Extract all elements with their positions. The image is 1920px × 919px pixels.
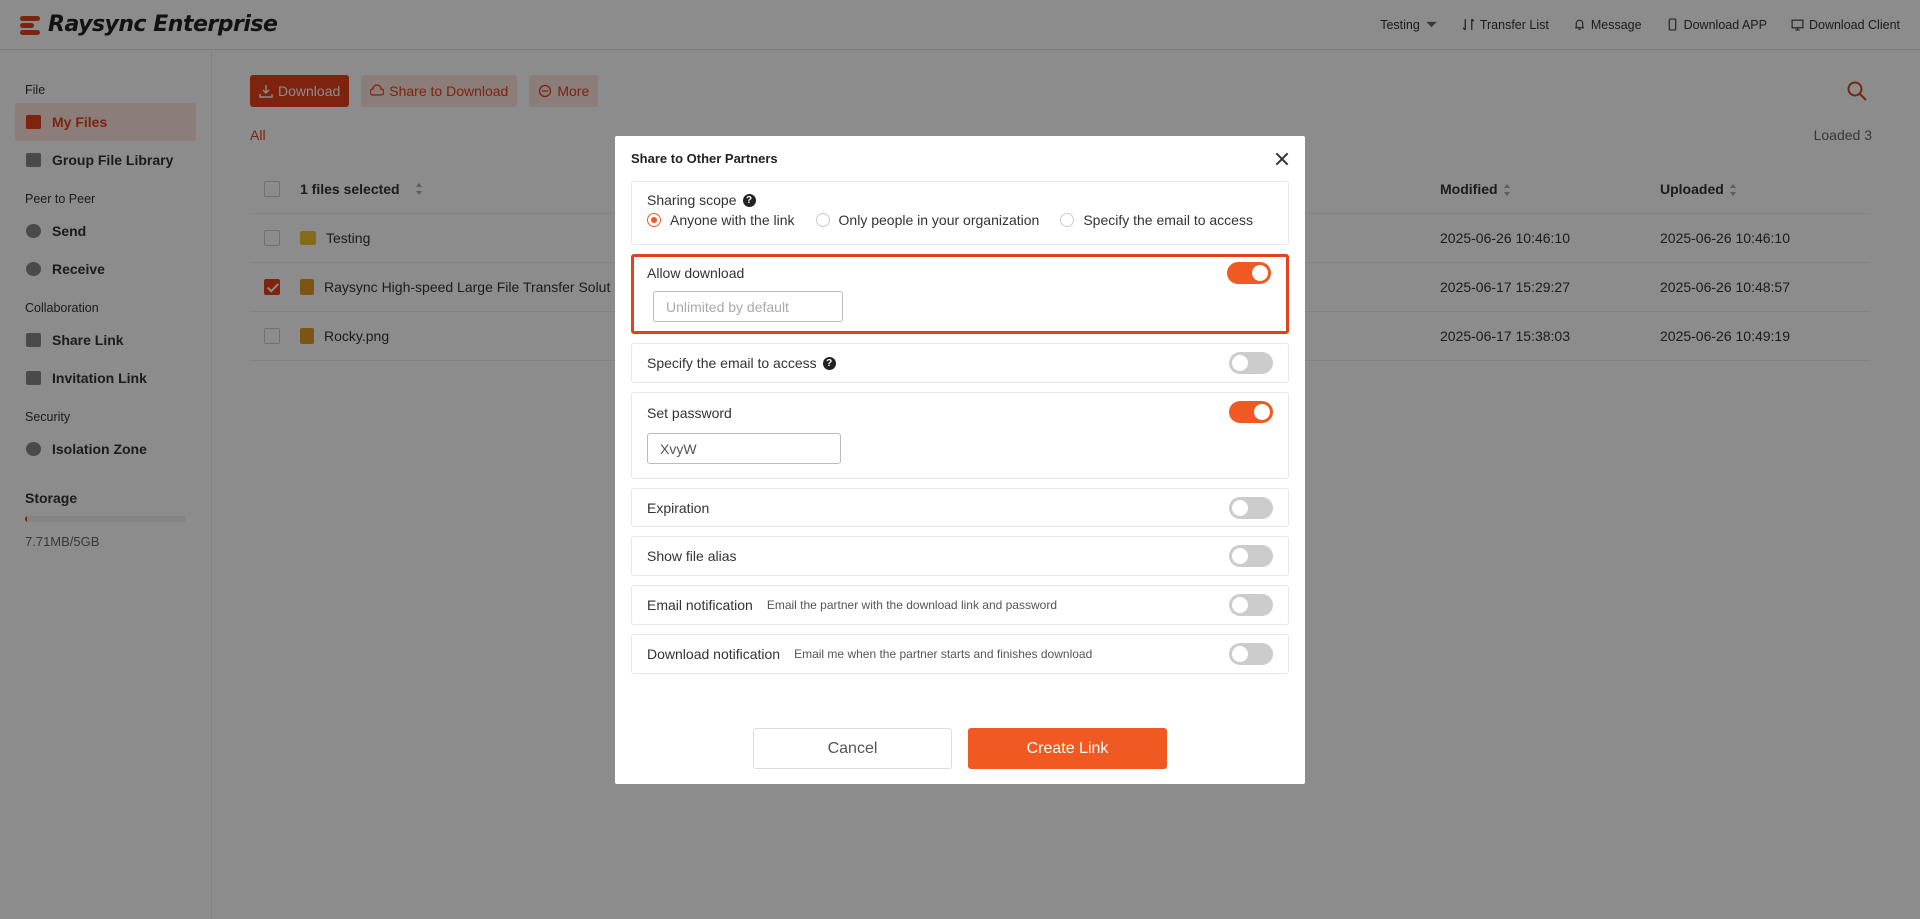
scope-option-label: Specify the email to access [1083,212,1253,228]
specify-email-label-row: Specify the email to access ? [647,355,836,371]
set-password-card: Set password XvyW [631,392,1289,479]
scope-option-label: Anyone with the link [670,212,795,228]
expiration-card: Expiration [631,488,1289,527]
sharing-scope-label: Sharing scope [647,192,737,208]
set-password-toggle[interactable] [1229,401,1273,423]
email-notification-toggle[interactable] [1229,594,1273,616]
scope-option-organization[interactable]: Only people in your organization [815,212,1040,228]
share-dialog: Share to Other Partners Sharing scope ? … [615,136,1305,784]
dialog-title: Share to Other Partners [631,151,778,166]
show-alias-toggle[interactable] [1229,545,1273,567]
radio-icon [1060,213,1075,227]
radio-icon [815,213,830,227]
scope-option-email[interactable]: Specify the email to access [1060,212,1253,228]
allow-download-toggle[interactable] [1227,262,1271,284]
download-notification-toggle[interactable] [1229,643,1273,665]
expiration-label: Expiration [647,499,710,516]
allow-download-label: Allow download [647,265,745,281]
expiration-toggle[interactable] [1229,497,1273,519]
dialog-header: Share to Other Partners [615,136,1305,181]
email-notification-card: Email notification Email the partner wit… [631,585,1289,625]
dialog-footer: Cancel Create Link [615,728,1305,769]
create-link-button[interactable]: Create Link [968,728,1167,769]
dialog-body: Sharing scope ? Anyone with the link Onl… [615,181,1305,674]
specify-email-toggle[interactable] [1229,352,1273,374]
email-notification-label: Email notification [647,597,753,613]
set-password-label: Set password [647,405,732,421]
specify-email-card: Specify the email to access ? [631,343,1289,383]
download-limit-input[interactable]: Unlimited by default [653,291,843,322]
email-notification-label-row: Email notification Email the partner wit… [647,597,1057,613]
download-notification-label: Download notification [647,646,781,662]
specify-email-label: Specify the email to access [647,355,817,371]
help-icon[interactable]: ? [822,356,836,370]
scope-option-anyone[interactable]: Anyone with the link [647,212,795,228]
password-input[interactable]: XvyW [647,433,841,464]
show-alias-card: Show file alias [631,536,1289,576]
sharing-scope-options: Anyone with the link Only people in your… [647,212,1273,228]
scope-option-label: Only people in your organization [838,212,1040,228]
cancel-button[interactable]: Cancel [753,728,952,769]
download-notification-label-row: Download notification Email me when the … [647,646,1092,662]
close-icon[interactable] [1275,152,1289,166]
radio-selected-icon [647,213,661,227]
download-notification-card: Download notification Email me when the … [631,634,1289,674]
allow-download-card: Allow download Unlimited by default [631,254,1289,334]
show-alias-label: Show file alias [647,548,737,564]
sharing-scope-label-row: Sharing scope ? [647,192,1273,208]
email-notification-desc: Email the partner with the download link… [766,598,1057,612]
sharing-scope-card: Sharing scope ? Anyone with the link Onl… [631,181,1289,245]
download-notification-desc: Email me when the partner starts and fin… [794,647,1093,661]
help-icon[interactable]: ? [742,193,756,207]
